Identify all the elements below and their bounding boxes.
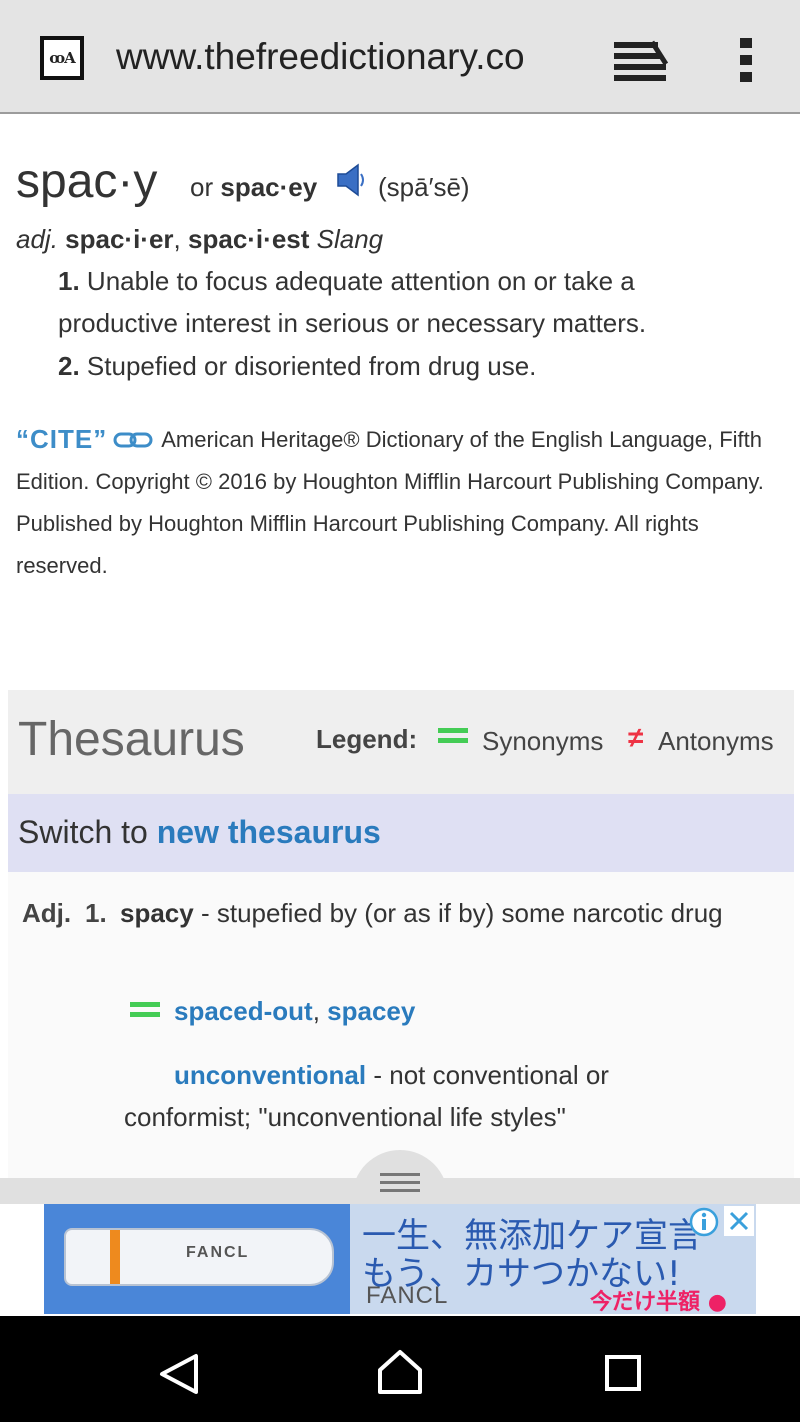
thesaurus-gloss: - stupefied by (or as if by) some narcot…: [200, 898, 723, 928]
citation-text: American Heritage® Dictionary of the Eng…: [16, 427, 764, 578]
drag-handle-icon[interactable]: [380, 1170, 420, 1194]
sense-number: 2.: [58, 351, 80, 381]
synonym-marker-icon: [130, 1002, 160, 1017]
ad-banner[interactable]: FANCL 一生、無添加ケア宣言 もう、カサつかない! FANCL 今だけ半額 …: [44, 1204, 756, 1314]
variant-word: spac·ey: [220, 172, 318, 202]
ad-brand: FANCL: [366, 1282, 449, 1309]
home-icon[interactable]: [376, 1348, 424, 1396]
switch-thesaurus-bar: Switch to new thesaurus: [8, 794, 794, 872]
new-thesaurus-link[interactable]: new thesaurus: [157, 814, 381, 850]
cite-button[interactable]: “CITE”: [16, 418, 107, 460]
legend-synonyms: Synonyms: [482, 726, 604, 756]
legend-antonyms: Antonyms: [658, 726, 774, 756]
product-tube: FANCL: [64, 1228, 334, 1286]
site-favicon-icon[interactable]: ꝏA: [40, 36, 84, 80]
browser-toolbar: ꝏA www.thefreedictionary.co: [0, 0, 800, 114]
comparative-form: spac·i·er: [65, 224, 174, 254]
antonym-legend-icon: ≠: [628, 722, 644, 753]
variant-spelling: or spac·ey: [190, 172, 317, 203]
inflection-comma: ,: [173, 224, 181, 254]
thesaurus-header: Thesaurus Legend: Synonyms ≠ Antonyms: [8, 690, 794, 794]
thesaurus-entry: Adj. 1. spacy - stupefied by (or as if b…: [8, 872, 794, 1178]
overflow-menu-icon[interactable]: [736, 36, 756, 84]
favicon-text: ꝏA: [49, 49, 76, 67]
ad-sale-text: 今だけ半額: [590, 1290, 701, 1314]
url-bar[interactable]: www.thefreedictionary.co: [116, 36, 586, 78]
inflection-line: adj. spac·i·er, spac·i·est Slang: [16, 224, 383, 255]
audio-speaker-icon[interactable]: [336, 163, 368, 197]
ad-sale-label[interactable]: 今だけ半額 ●: [590, 1284, 727, 1314]
pronunciation: (spā′sē): [378, 172, 470, 202]
switch-thesaurus-text: Switch to new thesaurus: [18, 814, 381, 851]
synonym-legend-icon: [438, 728, 468, 743]
thesaurus-sense-number: 1.: [85, 898, 107, 928]
recent-apps-icon[interactable]: [604, 1354, 642, 1392]
synonym-separator: ,: [312, 996, 328, 1026]
sense-1: 1. Unable to focus adequate attention on…: [58, 260, 758, 344]
sense-number: 1.: [58, 266, 80, 296]
sense-2: 2. Stupefied or disoriented from drug us…: [58, 345, 758, 387]
citation-block: “CITE” American Heritage® Dictionary of …: [16, 418, 786, 587]
tube-brand: FANCL: [186, 1244, 250, 1261]
thesaurus-definition: spacy - stupefied by (or as if by) some …: [120, 892, 760, 934]
ad-close-icon[interactable]: [724, 1206, 754, 1236]
legend-label: Legend:: [316, 724, 418, 754]
tabs-switcher-icon[interactable]: [612, 38, 668, 82]
superlative-form: spac·i·est: [188, 224, 310, 254]
sense-text: Unable to focus adequate attention on or…: [58, 266, 647, 338]
link-icon[interactable]: [113, 431, 153, 449]
synonym-link[interactable]: spacey: [327, 996, 415, 1026]
thesaurus-word: spacy: [120, 898, 194, 928]
back-icon[interactable]: [156, 1352, 202, 1396]
part-of-speech: adj.: [16, 224, 58, 254]
usage-label: Slang: [316, 224, 384, 254]
thesaurus-title: Thesaurus: [18, 713, 245, 766]
ad-info-icon[interactable]: [688, 1206, 720, 1238]
product-tube-band: [110, 1230, 120, 1284]
synonym-list: spaced-out, spacey: [174, 996, 415, 1027]
related-word-link[interactable]: unconventional: [174, 1060, 366, 1090]
ad-sale-arrow-icon: ●: [707, 1290, 727, 1314]
synonym-link[interactable]: spaced-out: [174, 996, 313, 1026]
related-entry: unconventional - not conventional or con…: [124, 1054, 724, 1138]
variant-or: or: [190, 172, 214, 202]
ad-product-image: FANCL: [44, 1204, 350, 1314]
thesaurus-pos: Adj.: [22, 898, 72, 928]
sense-text: Stupefied or disoriented from drug use.: [86, 351, 537, 381]
headword: spac·y: [16, 155, 158, 208]
switch-prefix: Switch to: [18, 814, 148, 850]
